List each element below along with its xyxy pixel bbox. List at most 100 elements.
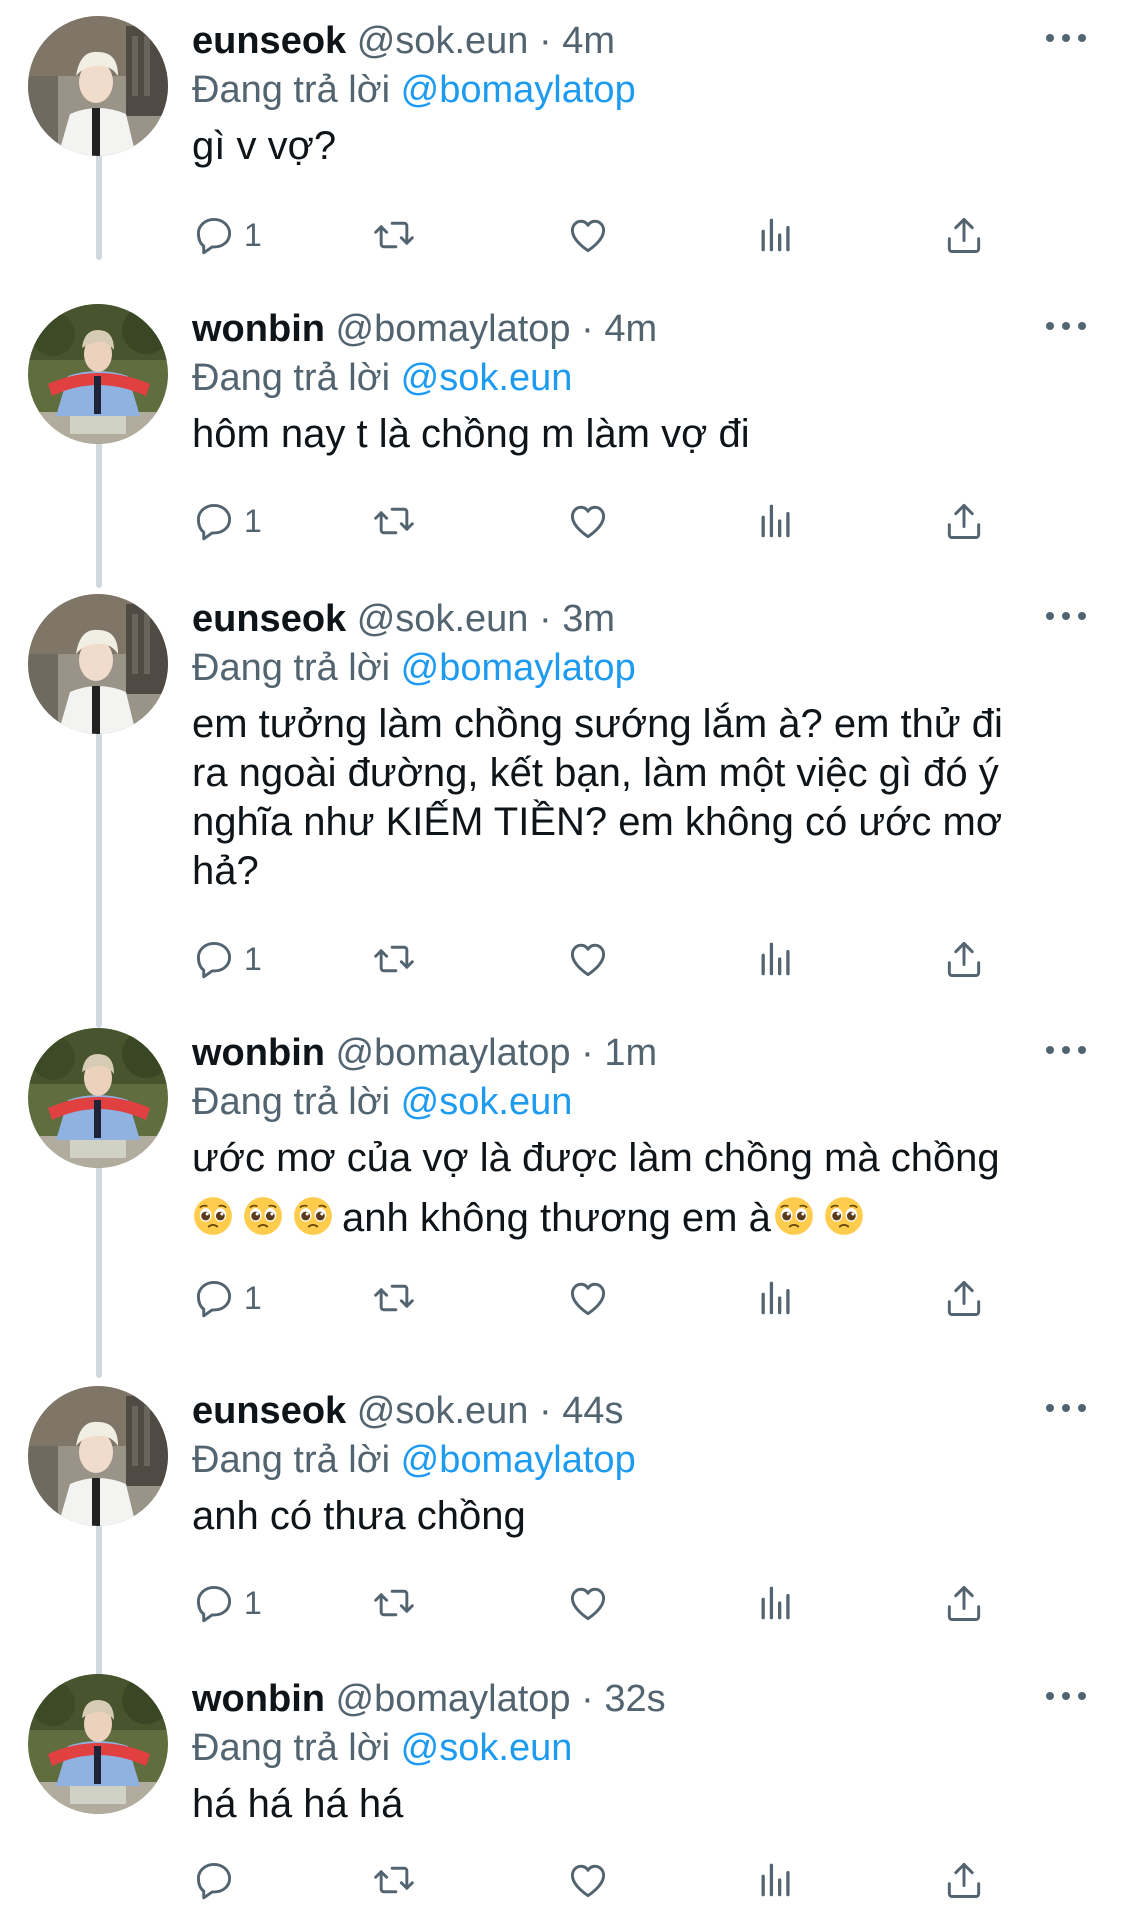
user-handle[interactable]: @sok.eun [357,598,529,640]
reply-button[interactable]: 1 [192,1270,262,1326]
reply-button[interactable]: 1 [192,493,262,549]
reply-button[interactable]: 1 [192,931,262,987]
replying-to-mention[interactable]: @bomaylatop [401,1439,636,1481]
retweet-button[interactable] [372,1575,416,1631]
retweet-button[interactable] [372,493,416,549]
user-name[interactable]: eunseok [192,1390,346,1432]
reply-icon [192,213,236,257]
tweet[interactable]: eunseok @sok.eun · 44s Đang trả lời @bom… [0,1370,1122,1658]
more-options-icon[interactable] [1046,606,1086,626]
avatar[interactable] [28,594,168,734]
tweet-header: eunseok @sok.eun · 3m [192,596,615,642]
pleading-face-emoji [192,1195,234,1237]
more-options-icon[interactable] [1046,1398,1086,1418]
separator: · [581,308,594,350]
user-name[interactable]: eunseok [192,20,346,62]
views-icon [754,1276,798,1320]
more-options-icon[interactable] [1046,1686,1086,1706]
timestamp[interactable]: 4m [604,308,657,350]
tweet[interactable]: eunseok @sok.eun · 3m Đang trả lời @boma… [0,578,1122,1012]
replying-to: Đang trả lời @bomaylatop [192,67,636,113]
replying-to-mention[interactable]: @sok.eun [401,357,573,399]
tweet-actions: 1 [192,1270,1012,1326]
avatar[interactable] [28,1028,168,1168]
timestamp[interactable]: 1m [604,1032,657,1074]
timestamp[interactable]: 3m [562,598,615,640]
reply-button[interactable] [192,1852,244,1908]
tweet[interactable]: eunseok @sok.eun · 4m Đang trả lời @boma… [0,0,1122,288]
avatar[interactable] [28,1674,168,1814]
share-button[interactable] [942,493,986,549]
avatar[interactable] [28,1386,168,1526]
reply-count: 1 [244,1584,262,1621]
user-name[interactable]: eunseok [192,598,346,640]
retweet-button[interactable] [372,1852,416,1908]
tweet-header: eunseok @sok.eun · 4m [192,18,615,64]
replying-to-label: Đang trả lời [192,647,391,689]
reply-icon [192,1858,236,1902]
views-icon [754,1858,798,1902]
more-options-icon[interactable] [1046,1040,1086,1060]
tweet-header: wonbin @bomaylatop · 4m [192,306,657,352]
replying-to-label: Đang trả lời [192,1727,391,1769]
tweet-actions: 1 [192,931,1012,987]
user-name[interactable]: wonbin [192,1032,325,1074]
tweet-text: hôm nay t là chồng m làm vợ đi [192,412,750,456]
like-button[interactable] [566,493,610,549]
share-icon [942,499,986,543]
views-button[interactable] [754,931,798,987]
user-name[interactable]: wonbin [192,1678,325,1720]
share-icon [942,937,986,981]
like-button[interactable] [566,1575,610,1631]
tweet[interactable]: wonbin @bomaylatop · 32s Đang trả lời @s… [0,1658,1122,1920]
share-button[interactable] [942,931,986,987]
replying-to: Đang trả lời @bomaylatop [192,1437,636,1483]
heart-icon [566,1858,610,1902]
retweet-button[interactable] [372,207,416,263]
avatar[interactable] [28,16,168,156]
reply-button[interactable]: 1 [192,1575,262,1631]
reply-button[interactable]: 1 [192,207,262,263]
replying-to-mention[interactable]: @bomaylatop [401,647,636,689]
share-button[interactable] [942,207,986,263]
tweet-header: wonbin @bomaylatop · 32s [192,1676,666,1722]
user-handle[interactable]: @bomaylatop [336,1032,571,1074]
tweet[interactable]: wonbin @bomaylatop · 4m Đang trả lời @so… [0,288,1122,576]
views-button[interactable] [754,1270,798,1326]
like-button[interactable] [566,1270,610,1326]
views-icon [754,499,798,543]
avatar[interactable] [28,304,168,444]
share-button[interactable] [942,1852,986,1908]
views-button[interactable] [754,1852,798,1908]
tweet-text-line: hả? [192,849,259,893]
views-button[interactable] [754,493,798,549]
like-button[interactable] [566,207,610,263]
share-button[interactable] [942,1270,986,1326]
views-icon [754,1581,798,1625]
views-button[interactable] [754,207,798,263]
tweet[interactable]: wonbin @bomaylatop · 1m Đang trả lời @so… [0,1012,1122,1352]
heart-icon [566,1581,610,1625]
more-options-icon[interactable] [1046,28,1086,48]
more-options-icon[interactable] [1046,316,1086,336]
timestamp[interactable]: 44s [562,1390,623,1432]
user-handle[interactable]: @bomaylatop [336,308,571,350]
user-handle[interactable]: @bomaylatop [336,1678,571,1720]
views-button[interactable] [754,1575,798,1631]
replying-to-mention[interactable]: @sok.eun [401,1727,573,1769]
reply-count: 1 [244,940,262,977]
timestamp[interactable]: 32s [604,1678,665,1720]
replying-to-label: Đang trả lời [192,69,391,111]
share-button[interactable] [942,1575,986,1631]
like-button[interactable] [566,1852,610,1908]
like-button[interactable] [566,931,610,987]
retweet-button[interactable] [372,1270,416,1326]
user-name[interactable]: wonbin [192,308,325,350]
replying-to-mention[interactable]: @bomaylatop [401,69,636,111]
user-handle[interactable]: @sok.eun [357,20,529,62]
retweet-button[interactable] [372,931,416,987]
user-handle[interactable]: @sok.eun [357,1390,529,1432]
replying-to-mention[interactable]: @sok.eun [401,1081,573,1123]
retweet-icon [372,937,416,981]
timestamp[interactable]: 4m [562,20,615,62]
